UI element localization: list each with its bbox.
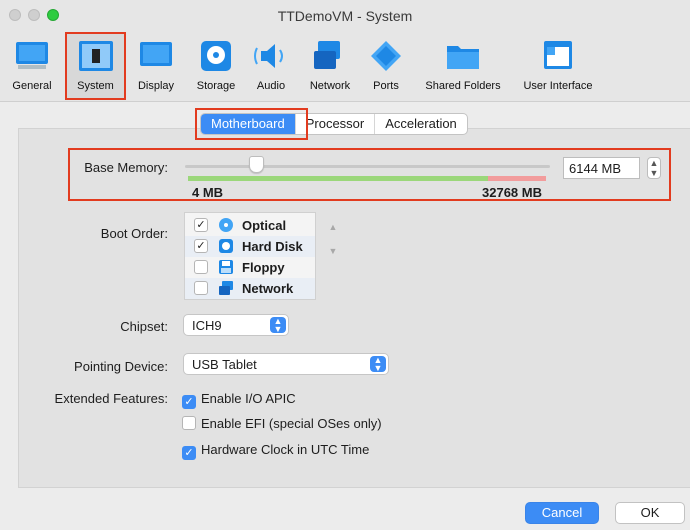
- chipset-select[interactable]: ICH9 ▲ ▼: [183, 314, 289, 336]
- memory-max-label: 32768 MB: [482, 185, 542, 200]
- toolbar-shared-folders[interactable]: Shared Folders: [418, 34, 508, 98]
- floppy-icon: [219, 260, 233, 274]
- chipset-label: Chipset:: [120, 319, 168, 334]
- boot-item-floppy[interactable]: Floppy: [185, 257, 315, 278]
- boot-order-list: ✓ Optical ✓ Hard Disk Floppy Network: [184, 212, 316, 300]
- memory-value-field[interactable]: 6144 MB: [563, 157, 640, 179]
- folder-icon: [447, 46, 479, 69]
- cancel-button[interactable]: Cancel: [525, 502, 599, 524]
- toolbar-user-interface[interactable]: User Interface: [516, 34, 600, 98]
- boot-item-optical[interactable]: ✓ Optical: [185, 215, 315, 236]
- toolbar-network[interactable]: Network: [303, 34, 357, 98]
- feature-io-apic[interactable]: ✓ Enable I/O APIC: [182, 391, 296, 409]
- boot-floppy-checkbox[interactable]: [194, 260, 208, 274]
- memory-slider-handle[interactable]: [249, 156, 264, 173]
- speaker-icon: [254, 44, 283, 68]
- network-icon: [219, 281, 233, 295]
- display-icon: [140, 42, 172, 66]
- toolbar-system[interactable]: System: [65, 32, 126, 100]
- boot-item-hard-disk[interactable]: ✓ Hard Disk: [185, 236, 315, 257]
- toolbar-audio[interactable]: Audio: [249, 34, 293, 98]
- utc-clock-checkbox[interactable]: ✓: [182, 446, 196, 460]
- settings-window: TTDemoVM - System General System Display: [0, 0, 690, 530]
- toolbar-label: Storage: [196, 80, 236, 92]
- boot-hard-disk-checkbox[interactable]: ✓: [194, 239, 208, 253]
- toolbar-display[interactable]: Display: [130, 34, 182, 98]
- boot-item-label: Network: [242, 281, 294, 296]
- ok-button[interactable]: OK: [615, 502, 685, 524]
- hard-disk-icon: [219, 239, 233, 253]
- boot-item-label: Floppy: [242, 260, 285, 275]
- extended-features-label: Extended Features:: [54, 391, 168, 406]
- feature-label: Enable I/O APIC: [201, 391, 296, 406]
- io-apic-checkbox[interactable]: ✓: [182, 395, 196, 409]
- move-up-button[interactable]: ▲: [327, 221, 339, 233]
- toolbar-label: Ports: [373, 80, 399, 92]
- chip-icon: [78, 41, 113, 71]
- memory-stepper[interactable]: ▲ ▼: [647, 157, 661, 179]
- memory-danger-band: [488, 176, 546, 181]
- boot-item-label: Optical: [242, 218, 287, 233]
- toolbar-label: System: [77, 80, 114, 92]
- boot-item-label: Hard Disk: [242, 239, 303, 254]
- memory-min-label: 4 MB: [192, 185, 224, 200]
- optical-icon: [219, 218, 233, 232]
- toolbar-label: General: [12, 80, 52, 92]
- window-title: TTDemoVM - System: [277, 8, 413, 24]
- memory-slider-track[interactable]: [185, 165, 550, 168]
- chevron-updown-icon: ▲ ▼: [270, 317, 286, 334]
- toolbar-label: Network: [309, 80, 351, 92]
- boot-network-checkbox[interactable]: [194, 281, 208, 295]
- disk-icon: [201, 41, 231, 71]
- boot-item-network[interactable]: Network: [185, 278, 315, 299]
- pointing-device-select[interactable]: USB Tablet ▲ ▼: [183, 353, 389, 375]
- pointing-device-value: USB Tablet: [192, 357, 257, 372]
- ports-icon: [371, 41, 401, 71]
- toolbar-general[interactable]: General: [4, 34, 60, 98]
- boot-order-label: Boot Order:: [100, 226, 168, 241]
- settings-toolbar: General System Display Storage Audio Net…: [0, 30, 690, 102]
- feature-label: Hardware Clock in UTC Time: [201, 442, 370, 457]
- efi-checkbox[interactable]: [182, 416, 196, 430]
- pointing-device-label: Pointing Device:: [74, 359, 168, 374]
- chipset-value: ICH9: [192, 318, 222, 333]
- network-icon: [314, 41, 340, 69]
- toolbar-label: User Interface: [523, 80, 593, 92]
- window-icon: [544, 41, 572, 69]
- monitor-icon: [16, 42, 48, 69]
- toolbar-label: Shared Folders: [425, 80, 501, 92]
- feature-label: Enable EFI (special OSes only): [201, 416, 382, 431]
- feature-efi[interactable]: Enable EFI (special OSes only): [182, 416, 382, 431]
- tab-acceleration[interactable]: Acceleration: [375, 114, 467, 134]
- tab-highlight-box: [195, 108, 308, 140]
- toolbar-label: Display: [137, 80, 175, 92]
- base-memory-label: Base Memory:: [84, 160, 168, 175]
- boot-optical-checkbox[interactable]: ✓: [194, 218, 208, 232]
- chevron-updown-icon: ▲ ▼: [370, 356, 386, 373]
- toolbar-label: Audio: [256, 80, 286, 92]
- memory-safe-band: [188, 176, 488, 181]
- toolbar-storage[interactable]: Storage: [190, 34, 242, 98]
- move-down-button[interactable]: ▼: [327, 245, 339, 257]
- title-bar: TTDemoVM - System: [0, 0, 690, 30]
- toolbar-ports[interactable]: Ports: [365, 34, 407, 98]
- feature-utc-clock[interactable]: ✓ Hardware Clock in UTC Time: [182, 442, 369, 460]
